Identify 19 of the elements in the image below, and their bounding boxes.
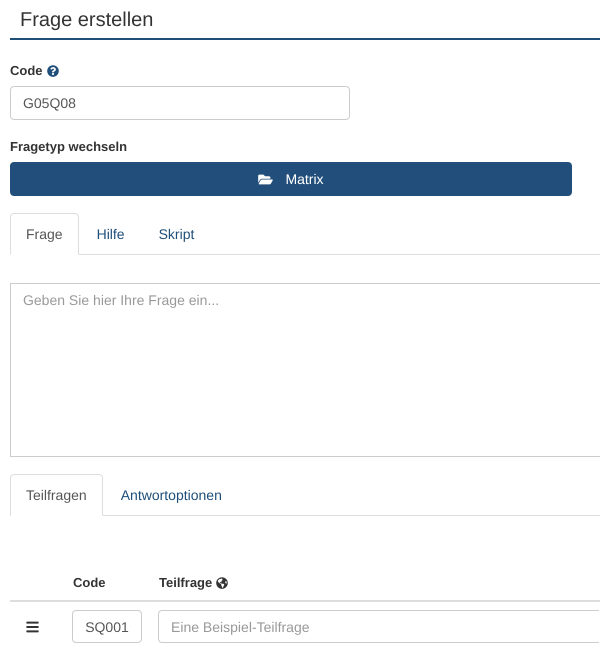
tab[interactable]: Antwortoptionen bbox=[104, 474, 238, 515]
help-icon[interactable] bbox=[46, 65, 58, 77]
globe-icon bbox=[216, 576, 228, 588]
question-textarea[interactable]: Geben Sie hier Ihre Frage ein... bbox=[10, 283, 600, 457]
column-header: Code bbox=[73, 574, 106, 592]
field-label: Fragetyp wechseln bbox=[10, 139, 128, 155]
field-label: Code bbox=[10, 63, 42, 79]
subquestion-text-input[interactable]: Eine Beispiel-Teilfrage bbox=[158, 610, 599, 643]
drag-handle-icon[interactable] bbox=[25, 620, 40, 634]
question-type-button[interactable]: Matrix bbox=[10, 162, 572, 196]
tab[interactable]: Skript bbox=[142, 213, 210, 254]
page-title: Frage erstellen bbox=[19, 8, 154, 33]
subquestion-code-input[interactable]: SQ001 bbox=[72, 610, 142, 643]
code-input[interactable]: G05Q08 bbox=[10, 86, 350, 120]
tab[interactable]: Hilfe bbox=[80, 213, 141, 254]
tab[interactable]: Teilfragen bbox=[10, 474, 103, 516]
column-header: Teilfrage bbox=[159, 574, 212, 592]
folder-icon bbox=[258, 172, 274, 186]
tab[interactable]: Frage bbox=[10, 213, 79, 255]
